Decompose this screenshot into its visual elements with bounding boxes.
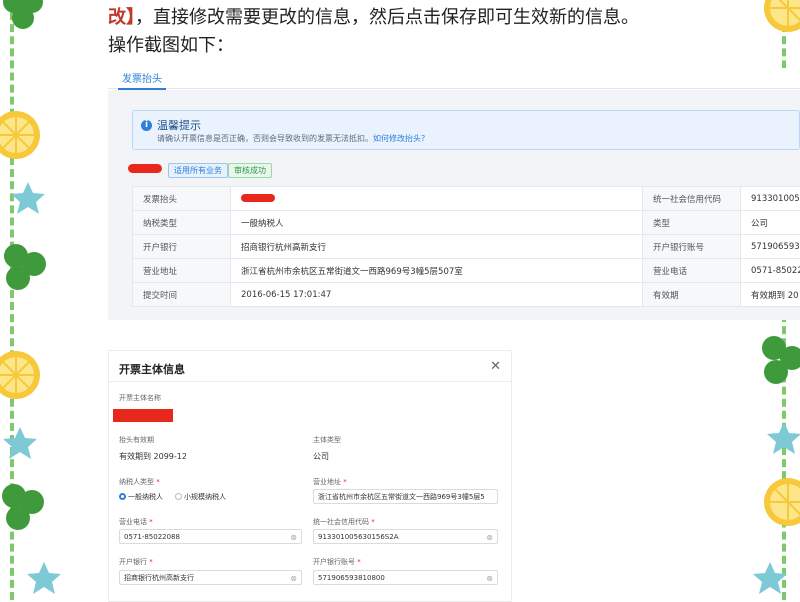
credit-code-label: 统一社会信用代码 * xyxy=(313,517,375,527)
table-row: 开户银行招商银行杭州高新支行开户银行账号571906593 xyxy=(133,235,800,259)
clover-icon xyxy=(0,240,48,300)
invoice-subject-dialog: 开票主体信息 ✕ 开票主体名称 抬头有效期 有效期到 2099-12 主体类型 … xyxy=(108,350,512,602)
table-key-cell: 开户银行账号 xyxy=(643,235,741,259)
clear-icon[interactable]: ⊗ xyxy=(486,571,493,585)
redacted-subject-name xyxy=(113,409,173,422)
table-value-cell: 浙江省杭州市余杭区五常街道文一西路969号3幢5层507室 xyxy=(231,259,643,283)
invoice-panel: i 温馨提示 请确认开票信息是否正确，否则会导致收到的发票无法抵扣。如何修改抬头… xyxy=(108,90,800,320)
table-row: 提交时间2016-06-15 17:01:47有效期有效期到 20 xyxy=(133,283,800,307)
subject-type-value: 公司 xyxy=(313,451,329,462)
invoice-header-screenshot: 发票抬头 i 温馨提示 请确认开票信息是否正确，否则会导致收到的发票无法抵扣。如… xyxy=(108,68,800,320)
star-icon xyxy=(750,560,790,596)
radio-checked-icon xyxy=(119,493,126,500)
table-row: 营业地址浙江省杭州市余杭区五常街道文一西路969号3幢5层507室营业电话057… xyxy=(133,259,800,283)
table-key-cell: 营业地址 xyxy=(133,259,231,283)
clear-icon[interactable]: ⊗ xyxy=(290,571,297,585)
bank-account-label: 开户银行账号 * xyxy=(313,557,361,567)
address-label: 营业地址 * xyxy=(313,477,347,487)
star-icon xyxy=(24,560,64,596)
star-icon xyxy=(8,180,48,216)
table-value-cell: 有效期到 20 xyxy=(741,283,800,307)
table-key-cell: 纳税类型 xyxy=(133,211,231,235)
tab-bar: 发票抬头 xyxy=(108,68,800,89)
table-value-cell: 招商银行杭州高新支行 xyxy=(231,235,643,259)
table-key-cell: 开户银行 xyxy=(133,235,231,259)
clear-icon[interactable]: ⊗ xyxy=(290,530,297,544)
bank-field[interactable]: 招商银行杭州高新支行⊗ xyxy=(119,570,302,585)
phone-field[interactable]: 0571-85022088⊗ xyxy=(119,529,302,544)
edit-header-link[interactable]: 如何修改抬头? xyxy=(373,134,425,143)
status-badge: 审核成功 xyxy=(228,163,272,178)
clear-icon[interactable]: ⊗ xyxy=(486,530,493,544)
table-value-cell xyxy=(231,187,643,211)
intro-line-1: 改】，直接修改需要更改的信息，然后点击保存即可生效新的信息。 xyxy=(108,4,748,32)
table-value-cell: 2016-06-15 17:01:47 xyxy=(231,283,643,307)
bank-label: 开户银行 * xyxy=(119,557,153,567)
table-value-cell: 一般纳税人 xyxy=(231,211,643,235)
table-key-cell: 统一社会信用代码 xyxy=(643,187,741,211)
intro-text: 改】，直接修改需要更改的信息，然后点击保存即可生效新的信息。 操作截图如下： xyxy=(108,4,748,60)
close-icon[interactable]: ✕ xyxy=(490,359,501,374)
table-row: 发票抬头 统一社会信用代码91330100563 xyxy=(133,187,800,211)
lemon-slice-icon xyxy=(760,0,800,40)
table-value-cell: 571906593 xyxy=(741,235,800,259)
radio-small-scale-taxpayer[interactable]: 小规模纳税人 xyxy=(175,492,226,502)
notice-box: i 温馨提示 请确认开票信息是否正确，否则会导致收到的发票无法抵扣。如何修改抬头… xyxy=(132,110,800,150)
validity-value: 有效期到 2099-12 xyxy=(119,451,187,462)
clover-icon xyxy=(758,330,800,396)
clover-icon xyxy=(0,0,48,34)
bank-account-field[interactable]: 571906593810800⊗ xyxy=(313,570,498,585)
credit-code-field[interactable]: 913301005630156S2A⊗ xyxy=(313,529,498,544)
tab-invoice-header[interactable]: 发票抬头 xyxy=(118,70,166,90)
subject-name-label: 开票主体名称 xyxy=(119,393,161,403)
radio-general-taxpayer[interactable]: 一般纳税人 xyxy=(119,492,163,502)
invoice-info-table: 发票抬头统一社会信用代码91330100563纳税类型一般纳税人类型公司开户银行… xyxy=(132,186,800,307)
clover-icon xyxy=(0,480,48,540)
table-value-cell: 0571-850220 xyxy=(741,259,800,283)
notice-title: 温馨提示 xyxy=(157,117,201,133)
lemon-slice-icon xyxy=(0,105,48,165)
table-key-cell: 发票抬头 xyxy=(133,187,231,211)
lemon-slice-icon xyxy=(760,472,800,532)
notice-text: 请确认开票信息是否正确，否则会导致收到的发票无法抵扣。如何修改抬头? xyxy=(157,133,425,144)
table-key-cell: 提交时间 xyxy=(133,283,231,307)
intro-line-2: 操作截图如下： xyxy=(108,32,748,60)
redacted-header xyxy=(241,194,275,202)
taxpayer-type-label: 纳税人类型 * xyxy=(119,477,160,487)
lemon-slice-icon xyxy=(0,345,48,405)
table-key-cell: 有效期 xyxy=(643,283,741,307)
table-value-cell: 91330100563 xyxy=(741,187,800,211)
validity-label: 抬头有效期 xyxy=(119,435,154,445)
address-field[interactable]: 浙江省杭州市余杭区五常街道文一西路969号3幢5层5 xyxy=(313,489,498,504)
table-row: 纳税类型一般纳税人类型公司 xyxy=(133,211,800,235)
subject-type-label: 主体类型 xyxy=(313,435,341,445)
redacted-name xyxy=(128,164,162,173)
table-key-cell: 类型 xyxy=(643,211,741,235)
dialog-title: 开票主体信息 xyxy=(119,361,185,377)
star-icon xyxy=(0,425,40,461)
dialog-divider xyxy=(109,381,511,382)
table-value-cell: 公司 xyxy=(741,211,800,235)
intro-accent: 改】 xyxy=(108,7,135,28)
radio-unchecked-icon xyxy=(175,493,182,500)
table-key-cell: 营业电话 xyxy=(643,259,741,283)
star-icon xyxy=(764,420,800,456)
phone-label: 营业电话 * xyxy=(119,517,153,527)
decorative-border-left xyxy=(0,0,50,600)
info-icon: i xyxy=(141,120,152,131)
scope-badge: 适用所有业务 xyxy=(168,163,228,178)
